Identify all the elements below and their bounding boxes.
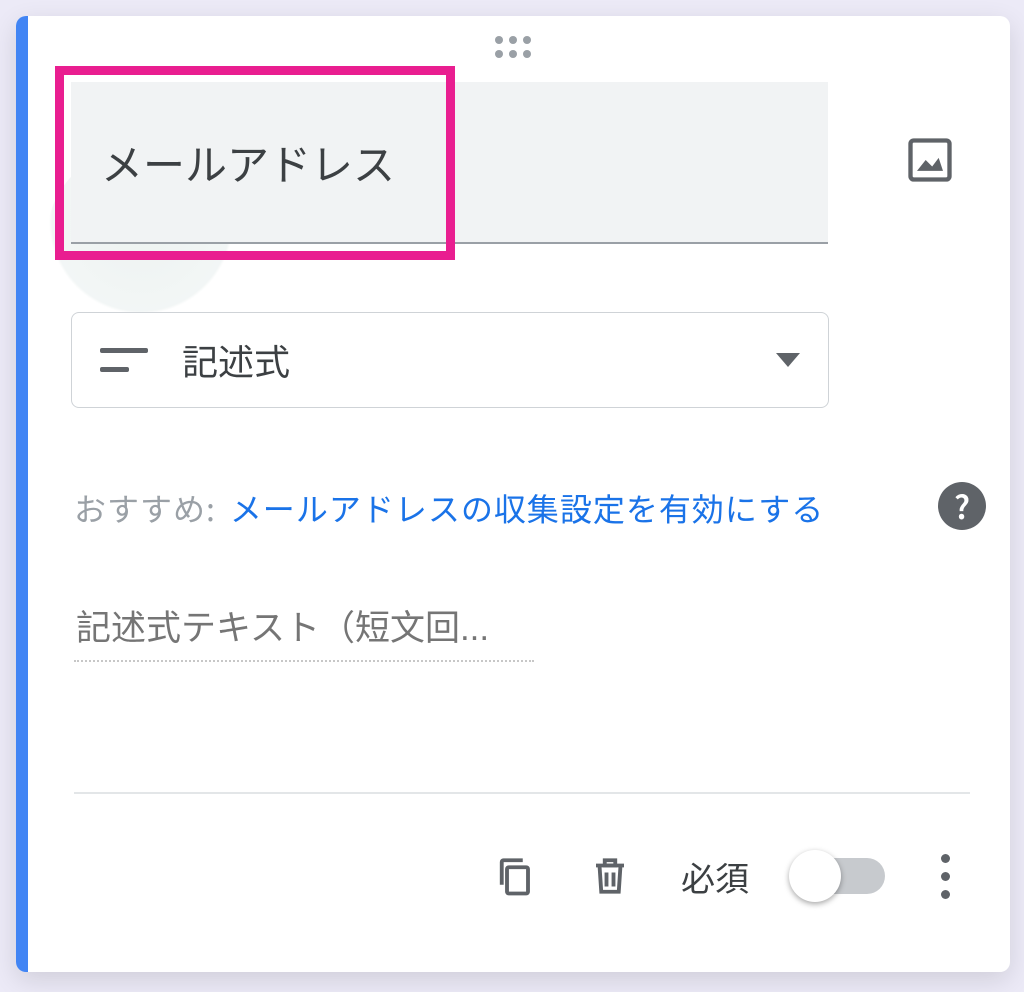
delete-button[interactable] xyxy=(585,851,635,901)
more-options-button[interactable] xyxy=(931,850,960,903)
required-label: 必須 xyxy=(681,852,749,901)
duplicate-button[interactable] xyxy=(489,851,539,901)
more-vertical-icon xyxy=(941,854,950,863)
help-button[interactable]: ? xyxy=(938,482,986,530)
question-title-input[interactable] xyxy=(71,82,828,242)
short-answer-icon xyxy=(100,348,148,372)
question-type-label: 記述式 xyxy=(182,334,776,386)
image-icon xyxy=(904,134,956,186)
add-image-button[interactable] xyxy=(904,134,956,186)
short-answer-preview xyxy=(74,598,534,662)
question-type-select[interactable]: 記述式 xyxy=(71,312,829,408)
suggestion-row: おすすめ: メールアドレスの収集設定を有効にする xyxy=(74,478,994,538)
footer-divider xyxy=(74,792,970,794)
suggestion-label: おすすめ: xyxy=(74,485,216,531)
selected-accent-bar xyxy=(16,16,28,972)
copy-icon xyxy=(493,855,535,897)
question-footer: 必須 xyxy=(74,816,970,936)
suggestion-link[interactable]: メールアドレスの収集設定を有効にする xyxy=(230,485,824,531)
toggle-knob xyxy=(789,850,841,902)
question-card: 記述式 おすすめ: メールアドレスの収集設定を有効にする ? xyxy=(16,16,1010,972)
drag-handle-icon[interactable] xyxy=(495,36,531,58)
caret-down-icon xyxy=(776,353,800,367)
trash-icon xyxy=(589,855,631,897)
question-title-field[interactable] xyxy=(71,82,828,244)
required-toggle[interactable] xyxy=(795,858,885,894)
